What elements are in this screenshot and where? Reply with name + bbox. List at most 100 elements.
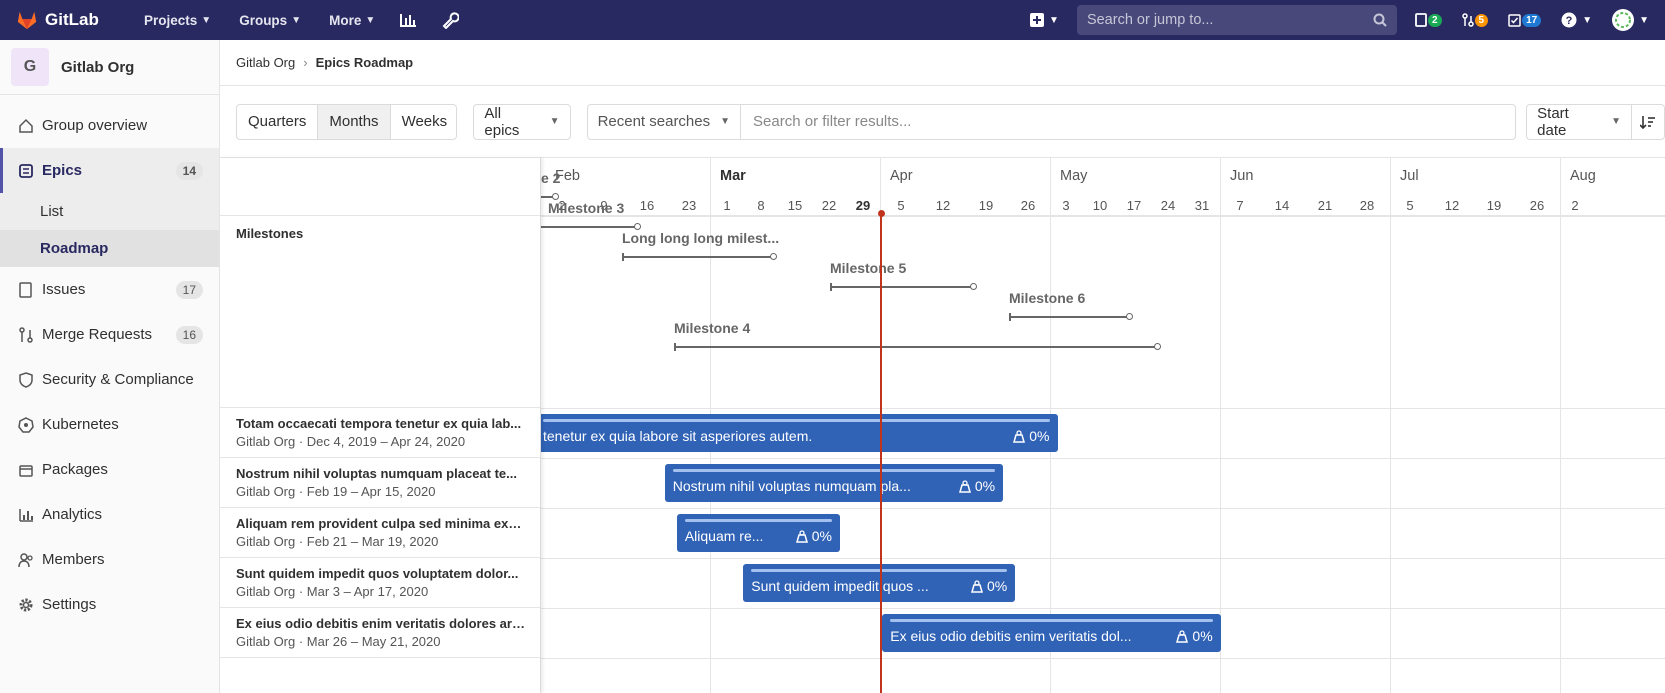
row-divider (541, 558, 1665, 559)
week-label: 17 (1126, 198, 1142, 213)
epic-meta: Gitlab Org · Feb 21 – Mar 19, 2020 (236, 534, 439, 549)
milestone-timeline-bar[interactable] (674, 346, 1157, 348)
chevron-down-icon: ▼ (1582, 14, 1593, 26)
home-icon (18, 118, 34, 134)
nav-more[interactable]: More ▼ (329, 13, 375, 28)
epic-title[interactable]: Nostrum nihil voluptas numquam placeat t… (236, 466, 526, 481)
epic-progress-value: 0% (811, 528, 832, 544)
gear-icon (18, 597, 34, 613)
months-button[interactable]: Months (318, 104, 391, 139)
week-label: 5 (897, 198, 905, 213)
sort-direction-button[interactable] (1632, 105, 1664, 139)
weeks-button[interactable]: Weeks (391, 105, 457, 139)
milestone-label[interactable]: Milestone 5 (830, 260, 906, 276)
sidebar-item-analytics[interactable]: Analytics (0, 492, 219, 537)
epic-title[interactable]: Totam occaecati tempora tenetur ex quia … (236, 416, 526, 431)
milestone-label[interactable]: Milestone 4 (674, 320, 750, 336)
sort-dropdown[interactable]: Start date ▼ (1527, 104, 1633, 139)
chevron-down-icon: ▼ (720, 116, 731, 127)
epic-title[interactable]: Sunt quidem impedit quos voluptatem dolo… (236, 566, 526, 581)
help-dropdown[interactable]: ? ▼ (1561, 12, 1592, 28)
milestone-label[interactable]: Long long long milest... (622, 230, 779, 246)
sort-lowest-icon (1640, 115, 1656, 129)
week-label: 19 (978, 198, 994, 213)
breadcrumb-current[interactable]: Epics Roadmap (316, 55, 414, 70)
week-label: 23 (681, 198, 697, 213)
todos-shortcut[interactable]: 17 (1508, 13, 1542, 27)
epic-list-item[interactable]: Sunt quidem impedit quos voluptatem dolo… (220, 558, 540, 608)
milestone-timeline-bar[interactable] (622, 256, 773, 258)
epic-list-item[interactable]: Totam occaecati tempora tenetur ex quia … (220, 408, 540, 458)
gitlab-logo[interactable]: GitLab (16, 9, 116, 31)
milestone-timeline-bar[interactable] (830, 286, 973, 288)
week-label: 28 (1359, 198, 1375, 213)
epic-list-item[interactable]: Aliquam rem provident culpa sed minima e… (220, 508, 540, 558)
epic-title[interactable]: Aliquam rem provident culpa sed minima e… (236, 516, 526, 531)
avatar (1612, 9, 1635, 31)
month-label: May (1060, 168, 1088, 184)
epic-progress-value: 0% (1029, 428, 1050, 444)
sidebar-item-list[interactable]: List (0, 193, 219, 230)
sidebar-item-label: Security & Compliance (42, 371, 194, 388)
epics-state-dropdown[interactable]: All epics ▼ (473, 103, 571, 140)
mr-count-badge: 5 (1474, 13, 1489, 27)
sidebar-item-packages[interactable]: Packages (0, 447, 219, 492)
nav-groups[interactable]: Groups ▼ (239, 13, 301, 28)
todo-check-icon (1508, 13, 1521, 27)
group-header[interactable]: G Gitlab Org (0, 40, 219, 95)
epics-count-badge: 14 (175, 161, 203, 180)
group-sidebar: G Gitlab Org Group overview Epics 14 Lis… (0, 40, 220, 693)
sidebar-item-security-compliance[interactable]: Security & Compliance (0, 357, 219, 402)
milestone-label[interactable]: e 2 (541, 170, 560, 186)
new-dropdown[interactable]: ▼ (1030, 13, 1059, 27)
nav-projects[interactable]: Projects ▼ (144, 13, 211, 28)
quarters-button[interactable]: Quarters (237, 104, 319, 139)
sidebar-item-group-overview[interactable]: Group overview (0, 103, 219, 148)
week-label: 24 (1160, 198, 1176, 213)
epic-list-item[interactable]: Ex eius odio debitis enim veritatis dolo… (220, 608, 540, 658)
merge-request-icon (18, 326, 34, 343)
global-search-input[interactable]: Search or jump to... (1076, 5, 1397, 35)
milestone-label[interactable]: Milestone 3 (548, 200, 624, 216)
epic-title[interactable]: Ex eius odio debitis enim veritatis dolo… (236, 616, 526, 631)
epics-list-column: Milestones Totam occaecati tempora tenet… (220, 158, 541, 693)
sidebar-item-merge-requests[interactable]: Merge Requests 16 (0, 312, 219, 357)
merge-requests-shortcut[interactable]: 5 (1461, 13, 1489, 27)
sidebar-item-label: Issues (42, 281, 86, 298)
sidebar-item-issues[interactable]: Issues 17 (0, 267, 219, 312)
sidebar-item-settings[interactable]: Settings (0, 582, 219, 627)
epics-submenu: List Roadmap (0, 193, 219, 267)
breadcrumb-parent-link[interactable]: Gitlab Org (236, 55, 295, 70)
month-divider (1390, 158, 1391, 693)
sidebar-item-epics[interactable]: Epics 14 (0, 148, 219, 193)
milestone-timeline-bar[interactable] (1009, 316, 1129, 318)
epic-timeline-bar[interactable]: Aliquam re... 0% (676, 514, 840, 552)
filter-search-input[interactable]: Search or filter results... (741, 105, 911, 139)
month-label: Mar (720, 168, 746, 184)
row-divider (541, 216, 1665, 217)
milestone-timeline-bar[interactable] (541, 226, 637, 228)
epic-list-item[interactable]: Nostrum nihil voluptas numquam placeat t… (220, 458, 540, 508)
recent-searches-dropdown[interactable]: Recent searches ▼ (588, 104, 742, 139)
sidebar-item-label: Analytics (42, 506, 103, 523)
admin-wrench-icon[interactable] (441, 11, 460, 29)
roadmap-shell: Milestones Totam occaecati tempora tenet… (220, 158, 1665, 693)
chevron-down-icon: ▼ (1611, 116, 1622, 127)
sidebar-item-kubernetes[interactable]: Kubernetes (0, 402, 219, 447)
milestone-label[interactable]: Milestone 6 (1009, 290, 1085, 306)
activity-chart-icon[interactable] (399, 12, 417, 28)
epic-timeline-bar[interactable]: Nostrum nihil voluptas numquam pla... 0% (664, 464, 1004, 502)
chevron-down-icon: ▼ (1639, 14, 1649, 26)
chevron-down-icon: ▼ (1049, 14, 1059, 26)
user-avatar-dropdown[interactable]: ▼ (1612, 9, 1649, 31)
epic-meta: Gitlab Org · Mar 3 – Apr 17, 2020 (236, 584, 429, 599)
issues-shortcut[interactable]: 2 (1415, 13, 1442, 27)
epic-timeline-bar[interactable]: Ex eius odio debitis enim veritatis dol.… (882, 614, 1221, 652)
sidebar-item-roadmap[interactable]: Roadmap (0, 230, 219, 267)
today-indicator (880, 213, 882, 693)
epic-timeline-bar[interactable]: tenetur ex quia labore sit asperiores au… (541, 414, 1058, 452)
issues-count-badge: 2 (1427, 13, 1442, 27)
milestone-end-marker (770, 253, 777, 260)
sidebar-item-members[interactable]: Members (0, 537, 219, 582)
month-label: Aug (1570, 168, 1596, 184)
